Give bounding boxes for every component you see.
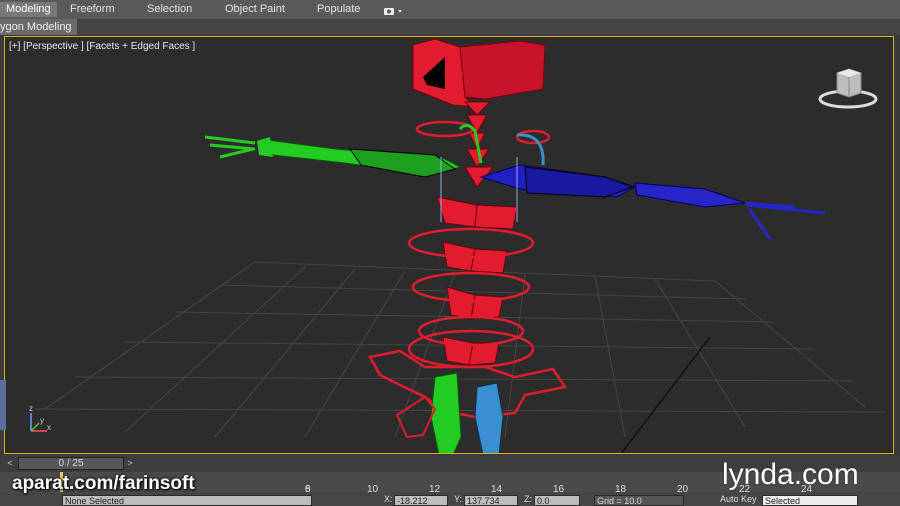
left-arm-bones: [204, 124, 483, 178]
right-leg-bone: [474, 382, 504, 453]
prev-frame-button[interactable]: <: [4, 457, 16, 470]
axis-label-x: x: [47, 423, 51, 432]
grid-size: Grid = 10.0: [594, 495, 684, 506]
ribbon-options-icon[interactable]: [383, 4, 405, 15]
x-label: X:: [384, 494, 393, 504]
viewport-label[interactable]: [+] [Perspective ] [Facets + Edged Faces…: [9, 41, 195, 52]
watermark: aparat.com/farinsoft: [12, 473, 195, 494]
z-label: Z:: [524, 494, 532, 504]
viewcube-icon[interactable]: [817, 67, 879, 111]
ribbon-subpanel: ygon Modeling: [0, 19, 900, 35]
chest-bone: [412, 38, 546, 108]
key-filter-select[interactable]: Selected: [762, 495, 858, 506]
tab-modeling[interactable]: Modeling: [0, 2, 57, 17]
x-coordinate-field[interactable]: -18.212: [394, 495, 448, 506]
polygon-modeling-tab[interactable]: ygon Modeling: [0, 19, 77, 35]
y-label: Y:: [454, 494, 463, 504]
brand-logo: lynda.com: [722, 458, 859, 491]
left-leg-bone: [430, 372, 462, 453]
axis-label-z: z: [29, 404, 33, 413]
autokey-button[interactable]: Auto Key: [720, 494, 757, 504]
viewport-scene: [34, 38, 886, 453]
time-slider[interactable]: 0 / 25: [18, 457, 124, 470]
selection-status: None Selected: [62, 495, 312, 506]
grid-axis-line: [620, 336, 711, 453]
tab-object-paint[interactable]: Object Paint: [219, 2, 291, 17]
left-panel-edge: [0, 380, 6, 430]
tab-freeform[interactable]: Freeform: [64, 2, 121, 17]
axis-gizmo-icon: z x y: [23, 403, 53, 437]
tab-populate[interactable]: Populate: [311, 2, 366, 17]
y-coordinate-field[interactable]: 137.734: [464, 495, 518, 506]
perspective-viewport[interactable]: [+] [Perspective ] [Facets + Edged Faces…: [4, 36, 894, 454]
axis-label-y: y: [40, 416, 44, 425]
ribbon: Modeling Freeform Selection Object Paint…: [0, 0, 900, 20]
z-coordinate-field[interactable]: 0.0: [534, 495, 580, 506]
next-frame-button[interactable]: >: [124, 457, 136, 470]
right-arm-bones: [479, 133, 826, 240]
tab-selection[interactable]: Selection: [141, 2, 198, 17]
